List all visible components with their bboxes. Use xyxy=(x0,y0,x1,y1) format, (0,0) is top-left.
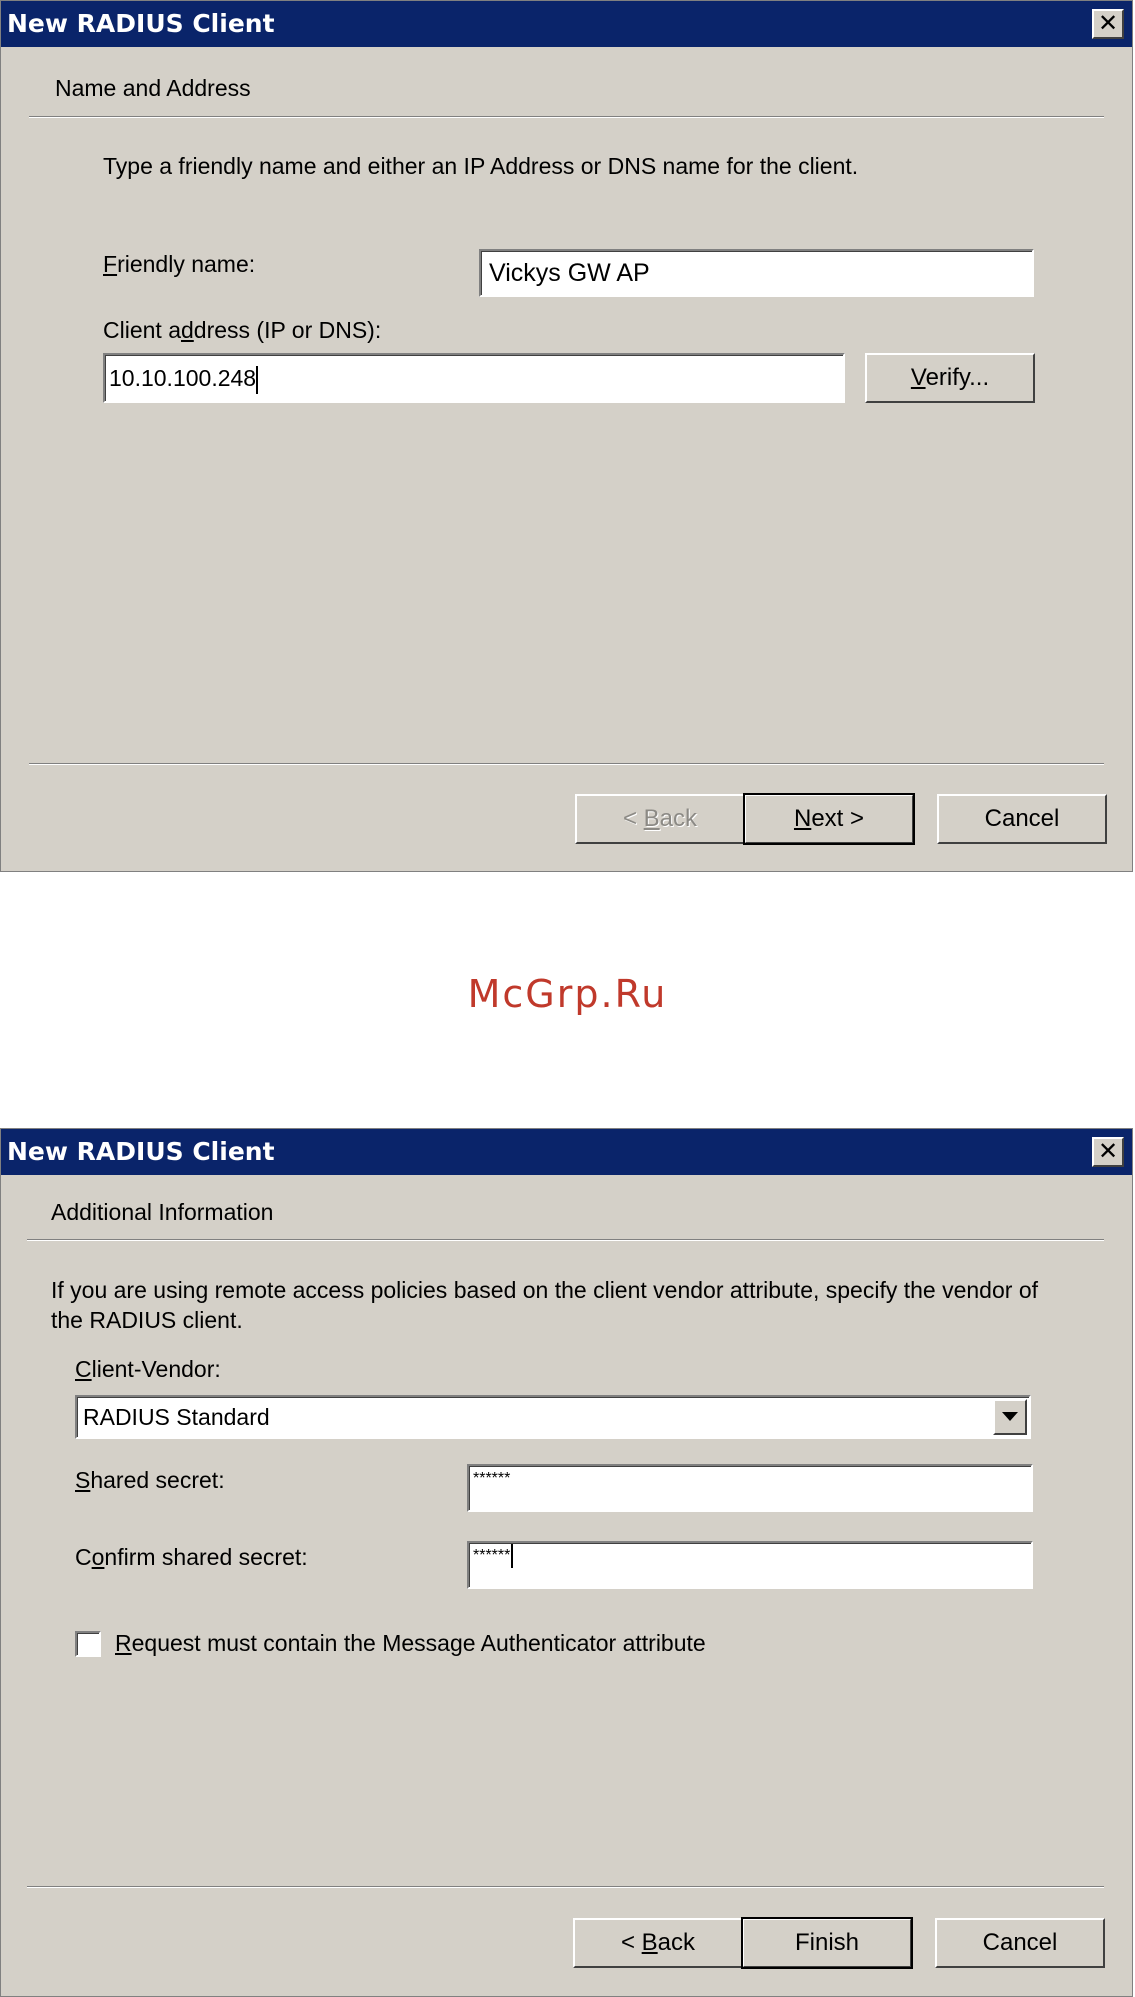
verify-button[interactable]: Verify... xyxy=(865,353,1035,403)
verify-mnemonic: V xyxy=(910,364,926,391)
friendly-name-label-rest: riendly name: xyxy=(117,251,256,277)
client-address-input[interactable]: 10.10.100.248 xyxy=(103,353,845,403)
shared-secret-label: Shared secret: xyxy=(75,1467,225,1494)
confirm-secret-input[interactable]: ****** xyxy=(467,1541,1033,1589)
dialog2-header-separator xyxy=(27,1239,1104,1241)
close-icon: ✕ xyxy=(1097,1137,1119,1165)
back-mnemonic: B xyxy=(641,1929,658,1956)
finish-button[interactable]: Finish xyxy=(741,1917,913,1969)
dialog2-footer-separator xyxy=(27,1886,1104,1888)
dialog2-cancel-button[interactable]: Cancel xyxy=(935,1918,1105,1968)
friendly-name-value: Vickys GW AP xyxy=(489,259,650,287)
friendly-name-label-mnemonic: F xyxy=(103,251,118,277)
confirm-secret-label-mnemonic: o xyxy=(91,1544,105,1570)
client-address-value: 10.10.100.248 xyxy=(109,365,257,391)
dialog2-back-button[interactable]: < Back xyxy=(573,1918,743,1968)
client-vendor-label-mnemonic: C xyxy=(75,1356,92,1382)
back-arrow-text: < xyxy=(620,1929,642,1956)
close-icon: ✕ xyxy=(1097,9,1119,37)
client-address-label-mnemonic: d xyxy=(180,317,194,343)
friendly-name-input[interactable]: Vickys GW AP xyxy=(479,249,1034,297)
dialog2-title: New RADIUS Client xyxy=(7,1137,275,1166)
client-address-label: Client address (IP or DNS): xyxy=(103,317,381,344)
verify-label-rest: erify... xyxy=(925,364,990,391)
back-label-rest: ack xyxy=(659,805,698,832)
dialog1-close-button[interactable]: ✕ xyxy=(1092,9,1124,39)
shared-secret-label-mnemonic: S xyxy=(75,1467,91,1493)
next-button[interactable]: Next > xyxy=(743,793,915,845)
client-vendor-selected-value: RADIUS Standard xyxy=(83,1404,270,1430)
new-radius-client-dialog-2: New RADIUS Client ✕ Additional Informati… xyxy=(0,1128,1133,1997)
dialog2-instruction: If you are using remote access policies … xyxy=(51,1277,1039,1333)
back-arrow-text: < xyxy=(622,805,644,832)
client-vendor-select[interactable]: RADIUS Standard xyxy=(75,1395,1031,1439)
dialog1-header-separator xyxy=(29,116,1104,118)
dialog2-close-button[interactable]: ✕ xyxy=(1092,1137,1124,1167)
text-caret xyxy=(511,1543,514,1568)
shared-secret-input[interactable]: ****** xyxy=(467,1464,1033,1512)
client-address-label-post: dress (IP or DNS): xyxy=(193,317,382,343)
message-authenticator-label-rest: equest must contain the Message Authenti… xyxy=(131,1630,706,1656)
watermark-text: McGrp.Ru xyxy=(467,972,668,1016)
dialog2-page-heading: Additional Information xyxy=(51,1199,274,1225)
message-authenticator-label-mnemonic: R xyxy=(115,1630,132,1656)
new-radius-client-dialog-1: New RADIUS Client ✕ Name and Address Typ… xyxy=(0,0,1133,872)
chevron-down-icon xyxy=(1002,1412,1018,1421)
text-caret xyxy=(256,365,259,394)
back-mnemonic: B xyxy=(643,805,660,832)
shared-secret-label-rest: hared secret: xyxy=(90,1467,225,1493)
confirm-secret-label: Confirm shared secret: xyxy=(75,1544,308,1571)
client-vendor-label: Client-Vendor: xyxy=(75,1356,221,1383)
confirm-secret-label-post: nfirm shared secret: xyxy=(104,1544,308,1570)
dialog1-titlebar: New RADIUS Client ✕ xyxy=(1,1,1132,47)
message-authenticator-checkbox[interactable] xyxy=(75,1631,101,1657)
dialog1-footer-separator xyxy=(29,763,1104,765)
client-address-label-pre: Client a xyxy=(103,317,181,343)
dialog1-back-button[interactable]: < Back xyxy=(575,794,745,844)
dialog2-titlebar: New RADIUS Client ✕ xyxy=(1,1129,1132,1175)
next-label-rest: ext > xyxy=(811,805,865,832)
dialog1-page-heading: Name and Address xyxy=(55,75,251,101)
confirm-secret-value: ****** xyxy=(473,1547,511,1564)
dialog1-instruction: Type a friendly name and either an IP Ad… xyxy=(103,153,859,179)
dialog1-title: New RADIUS Client xyxy=(7,9,275,38)
message-authenticator-label[interactable]: Request must contain the Message Authent… xyxy=(115,1630,706,1657)
client-vendor-label-rest: lient-Vendor: xyxy=(91,1356,221,1382)
dialog1-cancel-button[interactable]: Cancel xyxy=(937,794,1107,844)
back-label-rest: ack xyxy=(657,1929,696,1956)
next-mnemonic: N xyxy=(793,805,812,832)
friendly-name-label: Friendly name: xyxy=(103,251,255,278)
shared-secret-value: ****** xyxy=(473,1470,511,1487)
confirm-secret-label-pre: C xyxy=(75,1544,92,1570)
client-vendor-dropdown-button[interactable] xyxy=(993,1399,1027,1435)
